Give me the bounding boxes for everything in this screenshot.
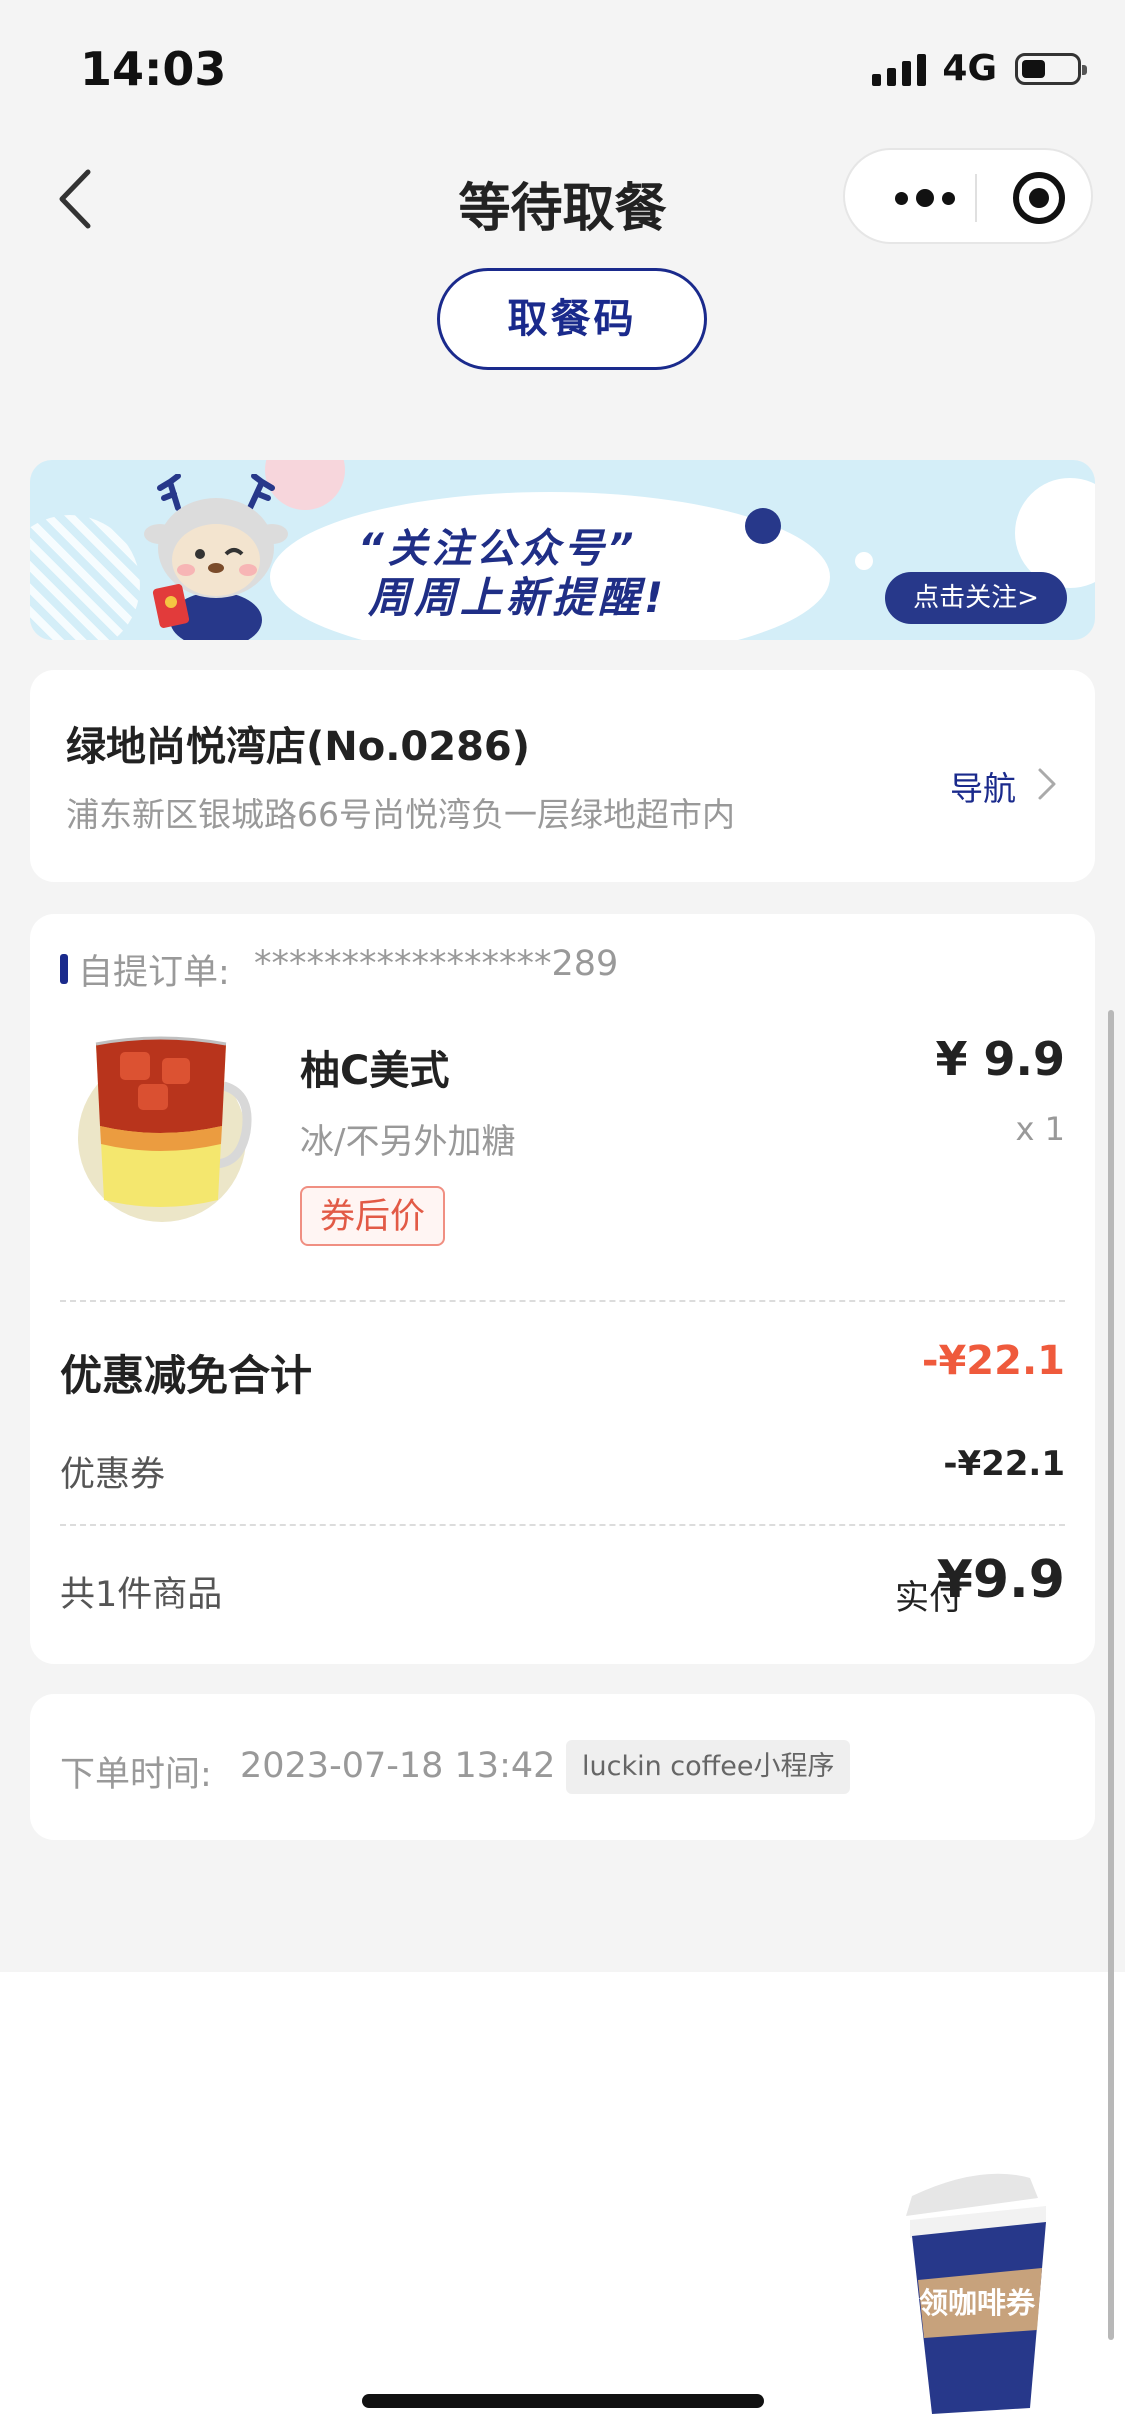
- signal-icon: [872, 52, 927, 86]
- drink-image: [78, 1036, 252, 1222]
- battery-icon: [1015, 52, 1087, 85]
- order-type-label: 自提订单:: [78, 953, 230, 993]
- store-card: 绿地尚悦湾店(No.0286) 浦东新区银城路66号尚悦湾负一层绿地超市内 导航: [30, 670, 1095, 882]
- navigate-link[interactable]: 导航: [950, 762, 1016, 810]
- discount-total: -¥22.1: [921, 1338, 1065, 1384]
- discount-title: 优惠减免合计: [60, 1351, 313, 1400]
- get-coupon-label[interactable]: 领咖啡券: [902, 2280, 1052, 2322]
- follow-banner[interactable]: “关注公众号” 周周上新提醒! 点击关注>: [30, 460, 1095, 640]
- capsule-divider: [975, 174, 977, 222]
- divider: [60, 1524, 1065, 1526]
- status-icons: 4G: [872, 48, 1087, 89]
- divider: [60, 1300, 1065, 1302]
- deer-mascot-icon: [144, 474, 288, 640]
- more-icon[interactable]: [885, 180, 965, 216]
- order-time-card: 下单时间: 2023-07-18 13:42 luckin coffee小程序: [30, 1694, 1095, 1840]
- order-source-tag: luckin coffee小程序: [566, 1740, 851, 1794]
- banner-subheadline: 周周上新提醒!: [368, 573, 668, 622]
- order-time-value: 2023-07-18 13:42: [240, 1746, 556, 1786]
- banner-decoration: [745, 508, 781, 544]
- home-indicator[interactable]: [362, 2394, 764, 2408]
- item-spec: 冰/不另外加糖: [300, 1122, 516, 1162]
- order-time-label: 下单时间:: [60, 1755, 212, 1795]
- item-quantity: x 1: [1015, 1110, 1065, 1148]
- banner-decoration: [855, 552, 873, 570]
- network-type: 4G: [942, 48, 997, 89]
- section-marker: [60, 954, 68, 984]
- voucher-label: 优惠券: [60, 1455, 166, 1495]
- chevron-right-icon[interactable]: [1036, 766, 1058, 802]
- pickup-code-button[interactable]: 取餐码: [437, 268, 707, 370]
- store-name: 绿地尚悦湾店(No.0286): [66, 724, 531, 770]
- scrollbar[interactable]: [1108, 1010, 1114, 2340]
- store-address: 浦东新区银城路66号尚悦湾负一层绿地超市内: [66, 795, 735, 834]
- item-name: 柚C美式: [300, 1048, 450, 1094]
- close-target-icon[interactable]: [1011, 170, 1067, 226]
- order-number: *****************289: [254, 944, 619, 984]
- order-card: 自提订单: *****************289 柚C美式 冰/不另外加糖 …: [30, 914, 1095, 1664]
- voucher-value: -¥22.1: [943, 1444, 1065, 1484]
- item-count: 共1件商品: [60, 1575, 223, 1615]
- paid-amount: ¥9.9: [936, 1550, 1065, 1610]
- status-time: 14:03: [80, 42, 227, 96]
- coupon-price-tag: 券后价: [300, 1186, 446, 1246]
- mini-program-capsule: [843, 148, 1093, 244]
- follow-button[interactable]: 点击关注>: [885, 572, 1067, 624]
- banner-decoration: [30, 515, 140, 640]
- item-price: ¥ 9.9: [935, 1032, 1065, 1086]
